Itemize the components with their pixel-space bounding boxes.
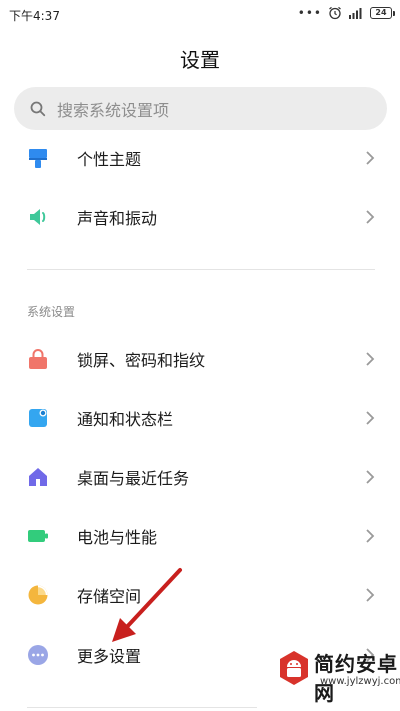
chevron-right-icon — [366, 210, 375, 224]
annotation-arrow — [112, 568, 182, 642]
settings-item-label: 电池与性能 — [77, 528, 158, 547]
chevron-right-icon — [366, 352, 375, 366]
settings-item-storage[interactable]: 存储空间 — [0, 569, 400, 621]
home-icon — [29, 468, 47, 486]
paint-roller-icon — [29, 149, 47, 168]
status-icons: ••• 24 — [297, 6, 395, 20]
search-icon — [30, 101, 46, 116]
watermark-url: www.jylzwyj.com — [320, 676, 400, 687]
settings-item-label: 声音和振动 — [77, 209, 158, 228]
settings-item-label: 桌面与最近任务 — [77, 469, 190, 488]
settings-item-sound[interactable]: 声音和振动 — [0, 191, 400, 243]
chevron-right-icon — [366, 411, 375, 425]
chevron-right-icon — [366, 529, 375, 543]
chevron-right-icon — [366, 151, 375, 165]
section-divider — [27, 269, 375, 270]
settings-item-label: 通知和状态栏 — [77, 410, 174, 429]
android-logo-icon — [280, 651, 308, 685]
bottom-divider — [27, 707, 257, 708]
settings-item-notifications[interactable]: 通知和状态栏 — [0, 392, 400, 444]
settings-item-label: 个性主题 — [77, 150, 142, 169]
battery-level-icon: 24 — [370, 7, 395, 19]
notification-dots-icon: ••• — [297, 6, 322, 20]
signal-icon — [348, 6, 364, 20]
settings-item-theme[interactable]: 个性主题 — [0, 132, 400, 184]
lock-icon — [29, 349, 47, 369]
pie-chart-icon — [28, 585, 48, 605]
settings-item-label: 锁屏、密码和指纹 — [77, 351, 206, 370]
more-dots-icon — [28, 645, 48, 665]
status-time: 下午4:37 — [9, 9, 60, 23]
battery-icon — [28, 530, 48, 542]
chevron-right-icon — [366, 470, 375, 484]
speaker-icon — [30, 209, 46, 225]
alarm-icon — [328, 6, 342, 20]
settings-item-desktop[interactable]: 桌面与最近任务 — [0, 451, 400, 503]
notification-icon — [29, 409, 47, 427]
page-title: 设置 — [180, 48, 220, 72]
chevron-right-icon — [366, 588, 375, 602]
settings-item-lockscreen[interactable]: 锁屏、密码和指纹 — [0, 333, 400, 385]
search-placeholder: 搜索系统设置项 — [57, 100, 170, 120]
search-input[interactable]: 搜索系统设置项 — [14, 87, 387, 130]
section-header: 系统设置 — [27, 305, 76, 319]
watermark: 简约安卓网 www.jylzwyj.com — [270, 644, 400, 705]
status-bar: 下午4:37 ••• 24 — [0, 0, 400, 28]
settings-item-battery[interactable]: 电池与性能 — [0, 510, 400, 562]
